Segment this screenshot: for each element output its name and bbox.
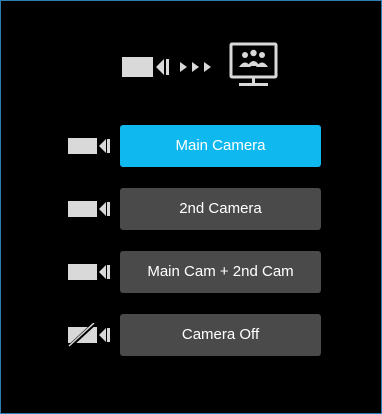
option-row-main-camera: Main Camera	[1, 125, 382, 167]
camera-icon	[68, 260, 110, 284]
triple-arrow-icon	[180, 62, 211, 72]
option-row-camera-off: Camera Off	[1, 314, 382, 356]
main-camera-button[interactable]: Main Camera	[120, 125, 321, 167]
second-camera-button[interactable]: 2nd Camera	[120, 188, 321, 230]
camera-icon	[122, 57, 169, 77]
option-row-second-camera: 2nd Camera	[1, 188, 382, 230]
camera-off-icon	[67, 321, 110, 349]
camera-icon	[68, 134, 110, 158]
monitor-meeting-icon	[229, 42, 278, 86]
option-row-both-cameras: Main Cam + 2nd Cam	[1, 251, 382, 293]
camera-off-button[interactable]: Camera Off	[120, 314, 321, 356]
main-and-second-camera-button[interactable]: Main Cam + 2nd Cam	[120, 251, 321, 293]
camera-icon	[68, 197, 110, 221]
camera-to-meeting-graphic	[1, 41, 382, 95]
camera-source-panel: Main Camera 2nd Camera Main Cam + 2nd Ca…	[0, 0, 382, 414]
